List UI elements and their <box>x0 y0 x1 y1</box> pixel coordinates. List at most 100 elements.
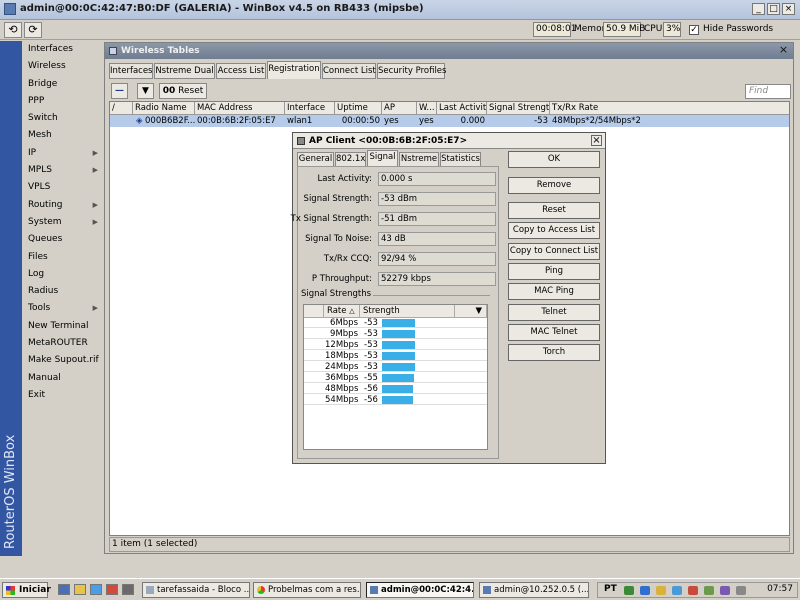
sidebar-item-radius[interactable]: Radius <box>22 283 104 300</box>
task-winbox-active[interactable]: admin@00:0C:42:4... <box>366 582 474 598</box>
column-header-mac-address[interactable]: MAC Address <box>195 102 285 115</box>
sidebar-item-queues[interactable]: Queues <box>22 231 104 248</box>
sidebar-item-exit[interactable]: Exit <box>22 387 104 404</box>
p-throughput-field: 52279 kbps <box>378 272 496 286</box>
minus-icon: — <box>115 86 124 96</box>
clock: 07:57 <box>767 584 793 594</box>
remove-client-button[interactable]: Remove <box>508 177 600 194</box>
quick-launch-icon[interactable] <box>106 584 118 595</box>
sidebar-item-mesh[interactable]: Mesh <box>22 127 104 144</box>
maximize-button[interactable]: □ <box>767 3 780 15</box>
close-button[interactable]: × <box>782 3 795 15</box>
tab-access-list[interactable]: Access List <box>216 63 266 79</box>
tray-icon[interactable] <box>656 586 666 595</box>
browser-icon[interactable] <box>90 584 102 595</box>
task-winbox[interactable]: admin@10.252.0.5 (... <box>479 582 589 598</box>
task-notepad[interactable]: tarefassaida - Bloco ... <box>142 582 250 598</box>
tray-icon[interactable] <box>640 586 650 595</box>
show-desktop-icon[interactable] <box>58 584 70 595</box>
tab-security-profiles[interactable]: Security Profiles <box>377 63 446 79</box>
start-button[interactable]: Iniciar <box>2 582 51 598</box>
signal-row: 9Mbps -53 <box>304 329 487 339</box>
ok-button[interactable]: OK <box>508 151 600 168</box>
language-indicator[interactable]: PT <box>604 584 617 594</box>
sidebar-item-system[interactable]: System ▶ <box>22 214 104 231</box>
column-header-w[interactable]: W... <box>417 102 437 115</box>
tab-registration[interactable]: Registration <box>267 61 321 79</box>
ap-client-close-button[interactable]: × <box>591 135 602 146</box>
tab-connect-list[interactable]: Connect List <box>322 63 376 79</box>
sidebar-item-manual[interactable]: Manual <box>22 370 104 387</box>
strength-bar <box>382 396 413 404</box>
hide-passwords-checkbox[interactable]: ✓ <box>689 25 699 35</box>
mac-telnet-button[interactable]: MAC Telnet <box>508 324 600 341</box>
column-header-uptime[interactable]: Uptime <box>335 102 382 115</box>
sidebar-item-tools[interactable]: Tools ▶ <box>22 300 104 317</box>
hide-passwords-label: Hide Passwords <box>703 24 774 34</box>
minimize-button[interactable]: _ <box>752 3 765 15</box>
sidebar-item-vpls[interactable]: VPLS <box>22 179 104 196</box>
tab-signal[interactable]: Signal <box>367 150 398 167</box>
tx-signal-strength-field: -51 dBm <box>378 212 496 226</box>
sidebar-item-make-supout[interactable]: Make Supout.rif <box>22 352 104 369</box>
column-header-radio-name[interactable]: Radio Name <box>133 102 195 115</box>
wireless-tables-close-button[interactable]: × <box>778 44 789 56</box>
telnet-button[interactable]: Telnet <box>508 304 600 321</box>
sidebar-item-wireless[interactable]: Wireless <box>22 58 104 75</box>
sidebar-item-routing[interactable]: Routing ▶ <box>22 197 104 214</box>
reset-counters-button[interactable]: 00 Reset <box>159 83 207 99</box>
sidebar-item-files[interactable]: Files <box>22 249 104 266</box>
reset-button[interactable]: Reset <box>508 202 600 219</box>
find-input[interactable]: Find <box>745 84 791 99</box>
taskbar: Iniciar tarefassaida - Bloco ... Probelm… <box>0 578 800 600</box>
tab-statistics[interactable]: Statistics <box>440 152 481 167</box>
sidebar-item-switch[interactable]: Switch <box>22 110 104 127</box>
quick-launch-icon[interactable] <box>122 584 134 595</box>
tray-icon[interactable] <box>688 586 698 595</box>
sidebar-item-ppp[interactable]: PPP <box>22 93 104 110</box>
column-header-last-activity[interactable]: Last Activit... <box>437 102 487 115</box>
tray-icon[interactable] <box>720 586 730 595</box>
copy-to-access-list-button[interactable]: Copy to Access List <box>508 222 600 239</box>
copy-to-connect-list-button[interactable]: Copy to Connect List <box>508 243 600 260</box>
column-header-interface[interactable]: Interface <box>285 102 335 115</box>
tab-8021x[interactable]: 802.1x <box>335 152 366 167</box>
windows-logo-icon <box>6 586 15 595</box>
filter-button[interactable]: ▼ <box>137 83 154 99</box>
sidebar-item-interfaces[interactable]: Interfaces <box>22 41 104 58</box>
field-label: Tx/Rx CCQ: <box>323 254 372 264</box>
sidebar-item-label: Exit <box>28 389 46 400</box>
torch-button[interactable]: Torch <box>508 344 600 361</box>
column-header-tx-rx-rate[interactable]: Tx/Rx Rate <box>550 102 789 115</box>
tab-general[interactable]: General <box>297 152 334 167</box>
tray-icon[interactable] <box>624 586 634 595</box>
undo-button[interactable]: ⟲ <box>4 22 22 38</box>
tab-interfaces[interactable]: Interfaces <box>109 63 153 79</box>
tab-nstreme-dual[interactable]: Nstreme Dual <box>154 63 215 79</box>
column-header-rate[interactable]: Rate △ <box>324 305 360 318</box>
network-icon[interactable] <box>672 586 682 595</box>
column-header-strength[interactable]: Strength <box>360 305 455 318</box>
table-row[interactable]: ◈ 000B6B2F... 00:0B:6B:2F:05:E7 wlan1 00… <box>110 115 789 127</box>
sidebar-item-new-terminal[interactable]: New Terminal <box>22 318 104 335</box>
sidebar-item-bridge[interactable]: Bridge <box>22 76 104 93</box>
sidebar-item-ip[interactable]: IP ▶ <box>22 145 104 162</box>
volume-icon[interactable] <box>736 586 746 595</box>
column-header-signal-strength[interactable]: Signal Strengt... <box>487 102 550 115</box>
sidebar-item-metarouter[interactable]: MetaROUTER <box>22 335 104 352</box>
row-rate: 24Mbps <box>325 362 359 372</box>
tab-nstreme[interactable]: Nstreme <box>399 152 439 167</box>
mac-ping-button[interactable]: MAC Ping <box>508 283 600 300</box>
sidebar-item-mpls[interactable]: MPLS ▶ <box>22 162 104 179</box>
remove-button[interactable]: — <box>111 83 128 99</box>
tray-icon[interactable] <box>704 586 714 595</box>
column-header-ap[interactable]: AP <box>382 102 417 115</box>
sidebar-item-label: Queues <box>28 234 63 245</box>
memory-display: 50.9 MiB <box>603 22 645 37</box>
task-browser[interactable]: Probelmas com a res... <box>253 582 361 598</box>
sidebar-item-log[interactable]: Log <box>22 266 104 283</box>
redo-button[interactable]: ⟳ <box>24 22 42 38</box>
ping-button[interactable]: Ping <box>508 263 600 280</box>
column-picker-button[interactable]: ▼ <box>455 305 487 318</box>
explorer-icon[interactable] <box>74 584 86 595</box>
